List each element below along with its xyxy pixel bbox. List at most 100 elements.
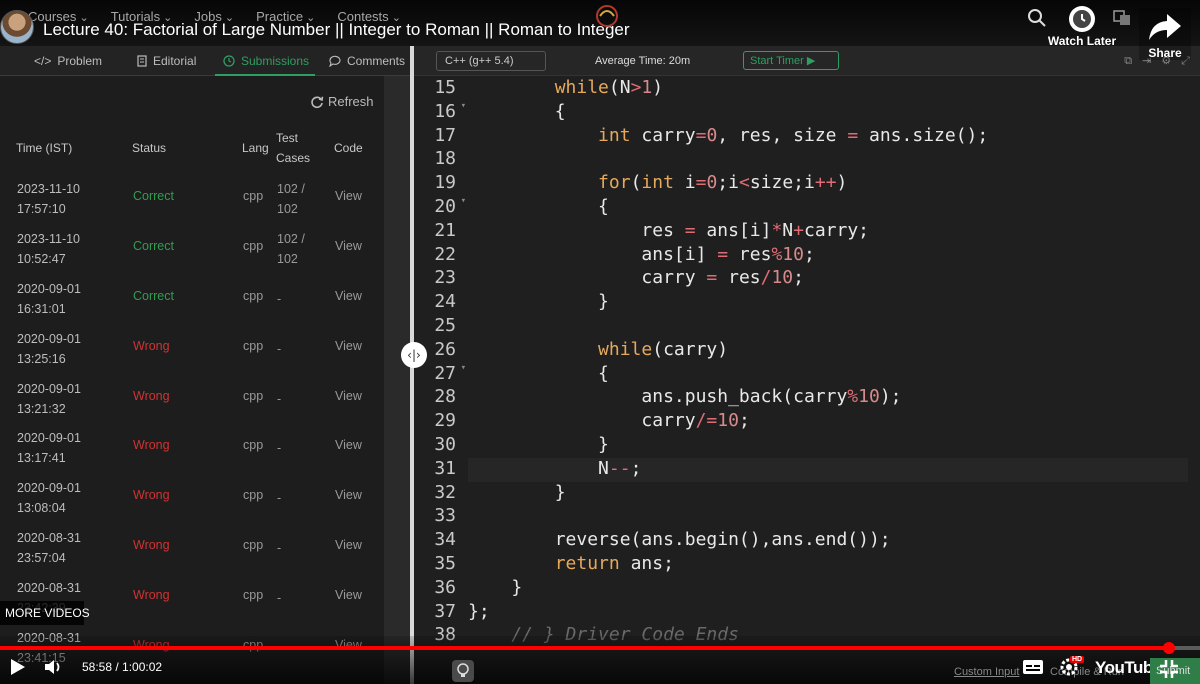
submission-test-cases: -	[277, 491, 282, 506]
submission-status: Wrong	[133, 488, 170, 503]
tab-problem[interactable]: </> Problem	[34, 54, 102, 68]
tab-problem-label: Problem	[57, 54, 103, 68]
code-icon: </>	[34, 54, 52, 68]
code-content[interactable]: while(N>1) { int carry=0, res, size = an…	[468, 77, 1188, 648]
submission-time: 2020-09-01 13:08:04	[17, 481, 81, 516]
view-code-link[interactable]: View	[335, 588, 362, 602]
line-number: 17	[434, 124, 456, 146]
start-timer-label: Start Timer	[750, 55, 804, 67]
code-line[interactable]: {	[468, 101, 1188, 125]
watch-later-button[interactable]: Watch Later	[1042, 6, 1122, 48]
fold-arrow-icon[interactable]: ▾	[461, 101, 466, 111]
view-code-link[interactable]: View	[335, 339, 362, 353]
code-line[interactable]	[468, 315, 1188, 339]
scrubber-handle[interactable]	[1162, 642, 1175, 654]
document-icon	[137, 55, 147, 67]
refresh-button[interactable]: Refresh	[310, 94, 374, 109]
code-line[interactable]: }	[468, 434, 1188, 458]
code-line[interactable]: };	[468, 601, 1188, 625]
code-line[interactable]: ans.push_back(carry%10);	[468, 386, 1188, 410]
code-line[interactable]: int carry=0, res, size = ans.size();	[468, 125, 1188, 149]
hint-bulb-icon[interactable]	[452, 660, 474, 682]
view-code-link[interactable]: View	[335, 389, 362, 403]
submission-row: 2020-09-01 16:31:01 Correct cpp - View	[0, 276, 400, 326]
view-code-link[interactable]: View	[335, 289, 362, 303]
submission-row: 2020-09-01 13:21:32 Wrong cpp - View	[0, 376, 400, 426]
youtube-top-bar: Courses Tutorials Jobs Practice Contests…	[0, 0, 1200, 60]
view-code-link[interactable]: View	[335, 438, 362, 452]
submission-lang: cpp	[243, 488, 264, 503]
line-number: 21	[434, 219, 456, 241]
line-number: 19	[434, 172, 456, 194]
language-select[interactable]: C++ (g++ 5.4)	[436, 51, 546, 71]
share-button[interactable]: Share	[1139, 8, 1191, 60]
header-lang: Lang	[242, 141, 269, 155]
start-timer-button[interactable]: Start Timer ▶	[743, 51, 839, 70]
code-line[interactable]: }	[468, 291, 1188, 315]
time-display: 58:58 / 1:00:02	[82, 660, 163, 674]
code-line[interactable]: }	[468, 577, 1188, 601]
submission-test-cases: -	[277, 341, 282, 356]
submission-lang: cpp	[243, 588, 264, 603]
tab-submissions[interactable]: Submissions	[223, 54, 309, 68]
code-line[interactable]: carry = res/10;	[468, 267, 1188, 291]
code-line[interactable]: N--;	[468, 457, 1188, 482]
view-code-link[interactable]: View	[335, 239, 362, 253]
custom-input-link[interactable]: Custom Input	[954, 666, 1019, 678]
subtitles-icon[interactable]	[1022, 658, 1044, 676]
line-number: 31	[434, 457, 456, 479]
left-scrollbar[interactable]	[384, 76, 410, 684]
line-number: 24	[434, 291, 456, 313]
submission-test-cases: -	[277, 291, 282, 306]
code-line[interactable]: {	[468, 196, 1188, 220]
play-icon[interactable]	[10, 658, 26, 676]
code-line[interactable]: {	[468, 363, 1188, 387]
submission-time: 2020-08-31 23:57:04	[17, 531, 81, 566]
code-line[interactable]: res = ans[i]*N+carry;	[468, 220, 1188, 244]
code-line[interactable]	[468, 505, 1188, 529]
view-code-link[interactable]: View	[335, 189, 362, 203]
submission-status: Wrong	[133, 338, 170, 353]
code-line[interactable]: while(carry)	[468, 339, 1188, 363]
more-videos-button[interactable]: MORE VIDEOS	[0, 601, 90, 625]
submission-lang: cpp	[243, 288, 264, 303]
submission-lang: cpp	[243, 189, 264, 203]
youtube-controls: 58:58 / 1:00:02 Custom Input Compile & R…	[0, 636, 1200, 684]
video-title[interactable]: Lecture 40: Factorial of Large Number ||…	[43, 20, 630, 40]
tab-comments[interactable]: Comments	[329, 54, 405, 68]
tab-editorial[interactable]: Editorial	[137, 54, 196, 68]
code-line[interactable]: ans[i] = res%10;	[468, 244, 1188, 268]
channel-avatar[interactable]	[0, 10, 34, 44]
resize-handle-icon[interactable]: ‹|›	[401, 342, 427, 368]
view-code-link[interactable]: View	[335, 488, 362, 502]
code-line[interactable]: reverse(ans.begin(),ans.end());	[468, 529, 1188, 553]
code-line[interactable]: for(int i=0;i<size;i++)	[468, 172, 1188, 196]
fullscreen-exit-icon[interactable]	[1158, 658, 1180, 680]
submission-test-cases: 102 /102	[277, 231, 305, 266]
code-line[interactable]	[468, 148, 1188, 172]
line-number: 32	[434, 481, 456, 503]
copy-icon[interactable]: ⧉	[1124, 54, 1132, 68]
active-tab-indicator	[215, 74, 315, 76]
refresh-label: Refresh	[328, 94, 374, 109]
code-line[interactable]: carry/=10;	[468, 410, 1188, 434]
code-line[interactable]: }	[468, 482, 1188, 506]
code-line[interactable]: while(N>1)	[468, 77, 1188, 101]
view-code-link[interactable]: View	[335, 538, 362, 552]
fold-arrow-icon[interactable]: ▾	[461, 363, 466, 373]
fold-arrow-icon[interactable]: ▾	[461, 196, 466, 206]
header-time: Time (IST)	[16, 141, 73, 155]
submission-row: 2023-11-10 10:52:47 Correct cpp 102 /102 View	[0, 226, 400, 276]
translate-icon[interactable]	[1113, 10, 1131, 26]
progress-bar[interactable]	[0, 642, 1200, 654]
header-test: Test	[276, 131, 299, 145]
submission-status: Correct	[133, 288, 174, 303]
submission-row: 2020-09-01 13:25:16 Wrong cpp - View	[0, 326, 400, 376]
submission-status: Wrong	[133, 588, 170, 603]
clock-icon	[1069, 6, 1095, 32]
submission-status: Wrong	[133, 438, 170, 453]
submission-time: 2020-09-01 13:17:41	[17, 431, 81, 466]
line-number: 18	[434, 148, 456, 170]
code-line[interactable]: return ans;	[468, 553, 1188, 577]
volume-icon[interactable]	[44, 658, 66, 676]
